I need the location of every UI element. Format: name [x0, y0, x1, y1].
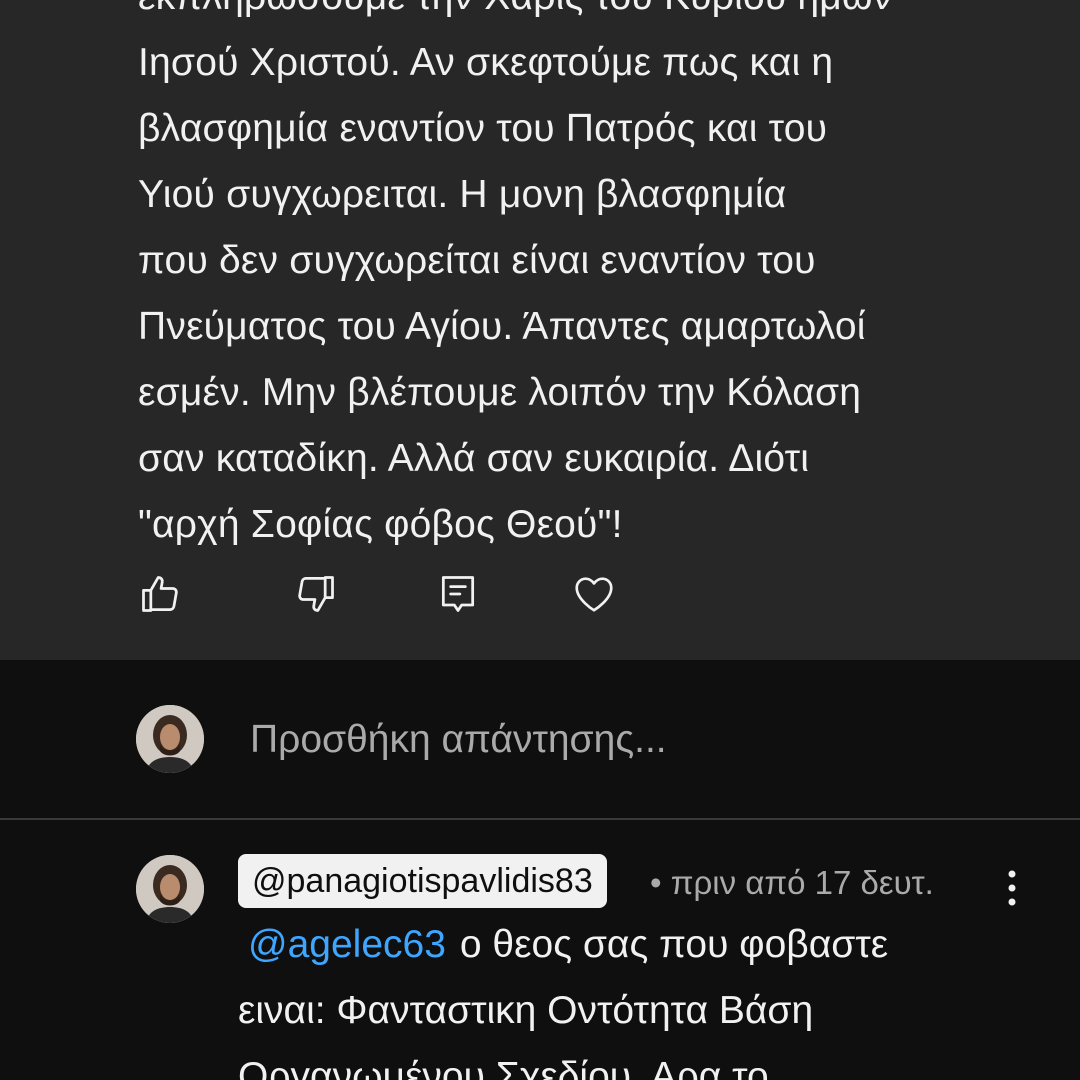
mention-link[interactable]: @agelec63: [248, 923, 446, 966]
reply-line: ειναι: Φανταστικη Οντότητα Βάση: [238, 989, 814, 1032]
comment-icon: [441, 576, 475, 612]
thumbs-up-icon: [142, 576, 178, 612]
highlighted-comment: εκπληρώσουμε την Χάρις του Κυρίου ημών Ι…: [0, 0, 1080, 660]
like-button[interactable]: [136, 570, 184, 618]
comment-line: βλασφημία εναντίον του Πατρός και του: [138, 107, 828, 150]
comments-screen: εκπληρώσουμε την Χάρις του Κυρίου ημών Ι…: [0, 0, 1080, 1080]
reply-line: @agelec63 ο θεος σας που φοβαστε: [238, 912, 1058, 978]
add-reply-input[interactable]: Προσθήκη απάντησης...: [250, 715, 667, 765]
user-avatar-icon: [136, 855, 204, 923]
avatar: [136, 705, 204, 773]
comment-line: εκπληρώσουμε την Χάρις του Κυρίου ημών: [138, 0, 1038, 30]
comment-body: εκπληρώσουμε την Χάρις του Κυρίου ημών Ι…: [138, 0, 1038, 558]
reply-line: Οργανωμένου Σχεδίου. Αρα το: [238, 1055, 769, 1080]
thumbs-down-icon: [298, 576, 334, 612]
dislike-button[interactable]: [292, 570, 340, 618]
more-options-button[interactable]: [996, 864, 1028, 912]
reply-comment: @panagiotispavlidis83 • πριν από 17 δευτ…: [0, 820, 1080, 1080]
comment-line: "αρχή Σοφίας φόβος Θεού"!: [138, 503, 623, 546]
comment-line: Ιησού Χριστού. Αν σκεφτούμε πως και η: [138, 41, 834, 84]
comment-line: εσμέν. Μην βλέπουμε λοιπόν την Κόλαση: [138, 371, 862, 414]
kebab-menu-icon: [1008, 870, 1016, 906]
user-avatar-icon: [136, 705, 204, 773]
author-handle[interactable]: @panagiotispavlidis83: [238, 854, 607, 908]
comment-line: Πνεύματος του Αγίου. Άπαντες αμαρτωλοί: [138, 305, 866, 348]
comment-line: που δεν συγχωρείται είναι εναντίον του: [138, 239, 816, 282]
heart-icon: [575, 577, 613, 612]
avatar[interactable]: [136, 855, 204, 923]
reply-button[interactable]: [434, 570, 482, 618]
comment-line: Υιού συγχωρειται. Η μονη βλασφημία: [138, 173, 787, 216]
comment-timestamp: • πριν από 17 δευτ.: [650, 864, 934, 901]
comment-line: σαν καταδίκη. Αλλά σαν ευκαιρία. Διότι: [138, 437, 810, 480]
add-reply-row: Προσθήκη απάντησης...: [0, 660, 1080, 820]
reply-body: @agelec63 ο θεος σας που φοβαστε ειναι: Φ…: [238, 912, 1058, 1080]
reply-line-text: ο θεος σας που φοβαστε: [459, 923, 889, 966]
heart-button[interactable]: [570, 570, 618, 618]
